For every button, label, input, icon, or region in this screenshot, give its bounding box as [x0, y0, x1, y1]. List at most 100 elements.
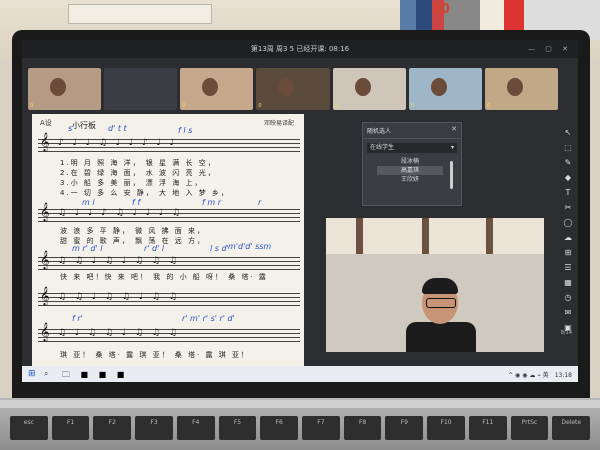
- participant-face: [430, 78, 447, 96]
- picker-name[interactable]: 王欣妍: [377, 175, 443, 184]
- music-notes: ♫ ♩ ♫ ♫ ♩ ♫ ♫ ♫: [58, 328, 180, 338]
- whiteboard-tool-icon[interactable]: ▦: [564, 278, 572, 287]
- keyboard-key[interactable]: PrtSc: [510, 416, 549, 440]
- handwritten-solfege: f r': [72, 314, 83, 323]
- whiteboard-tool-icon[interactable]: ✎: [565, 158, 572, 167]
- picker-name-selected[interactable]: 高嘉琪: [377, 166, 443, 175]
- treble-clef: 𝄞: [40, 322, 50, 341]
- student-filter-select[interactable]: 在线学生 ▾: [367, 143, 457, 153]
- participant-star-badge: 0: [486, 103, 491, 109]
- laptop-hinge: [0, 400, 600, 408]
- participant-star-badge: 0: [258, 103, 262, 109]
- ceiling-beam: [486, 218, 493, 254]
- ceiling-beam: [356, 218, 363, 254]
- handwritten-solfege: m l: [82, 198, 95, 207]
- whiteboard-tool-icon[interactable]: ☁: [564, 233, 572, 242]
- remote-student-video: [326, 218, 544, 352]
- sheet-music: A设 小行板 邓映易译配 𝄞 ♪ ♩ ♩ ♫ ♩ ♩ ♪ ♩ ♩ 𝄞 ♫ ♩ ♩ ♪ …: [32, 114, 304, 370]
- music-notes: ♪ ♩ ♩ ♫ ♩ ♩ ♪ ♩ ♩: [58, 138, 177, 148]
- keyboard-key[interactable]: esc: [10, 416, 48, 440]
- handwritten-solfege: r' m' r' s' r' d': [182, 314, 235, 323]
- clock: 13:18: [554, 372, 572, 379]
- whiteboard-tool-icon[interactable]: ◆: [565, 173, 571, 182]
- participant-video-strip: 0 0 0 0 0 0: [28, 68, 558, 110]
- whiteboard-tool-icon[interactable]: ◷: [565, 293, 572, 302]
- keyboard-key[interactable]: F5: [218, 416, 257, 440]
- whiteboard-tool-icon[interactable]: T: [566, 188, 571, 197]
- random-picker-title: 随机选人: [367, 128, 392, 135]
- picker-name[interactable]: 段冰楠: [377, 157, 443, 166]
- whiteboard-toolbar: ↖ ⬚ ✎ ◆ T ✂ ◯ ☁ ⊞ ☰ ▦ ◷ ✉ ▣: [562, 128, 574, 332]
- whiteboard-tool-icon[interactable]: ☰: [564, 263, 571, 272]
- participant-star-badge: 0: [182, 103, 186, 109]
- keyboard-key[interactable]: F9: [385, 416, 424, 440]
- participant-video-tile[interactable]: 0: [180, 68, 254, 110]
- search-icon[interactable]: ⌕: [44, 369, 48, 379]
- close-icon[interactable]: ✕: [451, 125, 457, 133]
- whiteboard-tool-icon[interactable]: ✉: [565, 308, 572, 317]
- window-controls[interactable]: — ▢ ✕: [528, 40, 572, 58]
- keyboard-key[interactable]: F3: [135, 416, 173, 440]
- wall-label: [68, 4, 212, 24]
- lyric-line: 3.小 船 多 美 丽， 漂 浮 海 上，: [60, 179, 204, 187]
- handwritten-solfege: f m r: [202, 198, 221, 207]
- music-notes: ♫ ♫ ♩ ♫ ♩ ♫ ♫ ♫: [58, 256, 180, 266]
- student-glasses: [426, 298, 456, 308]
- random-picker-panel: 随机选人 ✕ 在线学生 ▾ 段冰楠 高嘉琪 王欣妍: [362, 122, 462, 206]
- handwritten-solfege: s: [68, 124, 73, 133]
- start-icon[interactable]: ⊞: [28, 369, 36, 379]
- participant-video-tile[interactable]: 0: [28, 68, 102, 110]
- participant-video-tile[interactable]: 0: [408, 68, 482, 110]
- system-tray: ^ ◉ ◉ ☁ ⌁ 英 13:18: [508, 370, 572, 379]
- tray-icons[interactable]: ^ ◉ ◉ ☁ ⌁ 英: [508, 372, 549, 379]
- page-counter: 8/14: [560, 330, 572, 336]
- keyboard-key[interactable]: F4: [176, 416, 215, 440]
- lyric-line: 4.一 切 多 么 安 静， 大 地 入 梦 乡，: [60, 189, 230, 197]
- pinned-apps[interactable]: 🗀 ■ ■ ■: [62, 369, 128, 382]
- handwritten-solfege: m r' d' l: [72, 244, 103, 253]
- treble-clef: 𝄞: [40, 286, 50, 305]
- participant-video-tile[interactable]: 0: [332, 68, 406, 110]
- keyboard-key[interactable]: F1: [51, 416, 90, 440]
- keyboard-key[interactable]: F6: [260, 416, 299, 440]
- music-notes: ♫ ♫ ♩ ♫ ♫ ♩ ♫ ♫: [58, 292, 180, 302]
- tempo-marking: 小行板: [72, 121, 96, 130]
- handwritten-solfege: f f: [132, 198, 141, 207]
- class-title: 第13周 周3 5 已经开课: 08:16: [250, 45, 350, 53]
- treble-clef: 𝄞: [40, 202, 50, 221]
- laptop-screen: 第13周 周3 5 已经开课: 08:16 — ▢ ✕ 0 0 0 0 0 0 A设 小行…: [22, 40, 578, 382]
- student-filter-value: 在线学生: [370, 144, 395, 151]
- whiteboard-tool-icon[interactable]: ✂: [565, 203, 572, 212]
- lyric-line: 琪 亚！ 桑 塔· 露 琪 亚！ 桑 塔· 露 琪 亚！: [60, 351, 250, 359]
- participant-star-badge: 0: [334, 103, 338, 109]
- keyboard-key[interactable]: F8: [343, 416, 382, 440]
- lyric-line: 2.在 碧 绿 海 面， 水 波 闪 亮 光，: [60, 169, 217, 177]
- participant-face: [354, 78, 371, 96]
- picker-slider[interactable]: [450, 161, 453, 189]
- keyboard-key[interactable]: F10: [427, 416, 465, 440]
- keyboard-key[interactable]: F2: [93, 416, 132, 440]
- participant-face: [278, 78, 295, 96]
- book-number: 20: [432, 2, 451, 17]
- participant-video-tile[interactable]: 0: [484, 68, 558, 110]
- treble-clef: 𝄞: [40, 132, 50, 151]
- participant-video-tile[interactable]: 0: [256, 68, 330, 110]
- participant-video-tile[interactable]: [104, 68, 178, 110]
- whiteboard-tool-icon[interactable]: ↖: [565, 128, 572, 137]
- lyric-line: 波 浪 多 平 静， 微 风 拂 面 来，: [60, 227, 207, 235]
- handwritten-solfege: m'd'd' ssm: [228, 242, 272, 251]
- music-notes: ♫ ♩ ♩ ♪ ♫ ♩ ♩ ♩ ♫: [58, 208, 184, 218]
- keyboard-key[interactable]: F11: [468, 416, 507, 440]
- participant-face: [506, 78, 523, 96]
- keyboard-key[interactable]: F7: [302, 416, 340, 440]
- participant-face: [202, 78, 219, 96]
- whiteboard-tool-icon[interactable]: ◯: [564, 218, 573, 227]
- participant-star-badge: 0: [410, 103, 414, 109]
- keyboard-key[interactable]: Delete: [552, 416, 591, 440]
- function-key-row: esc F1 F2 F3 F4 F5 F6 F7 F8 F9 F10 F11 PrtSc Delete: [10, 416, 591, 440]
- handwritten-solfege: f l s: [178, 126, 193, 135]
- whiteboard-tool-icon[interactable]: ⊞: [565, 248, 572, 257]
- whiteboard-tool-icon[interactable]: ⬚: [564, 143, 572, 152]
- lyric-line: 1.明 月 照 海 洋， 银 星 满 长 空，: [60, 159, 217, 167]
- handwritten-solfege: l s d': [210, 244, 229, 253]
